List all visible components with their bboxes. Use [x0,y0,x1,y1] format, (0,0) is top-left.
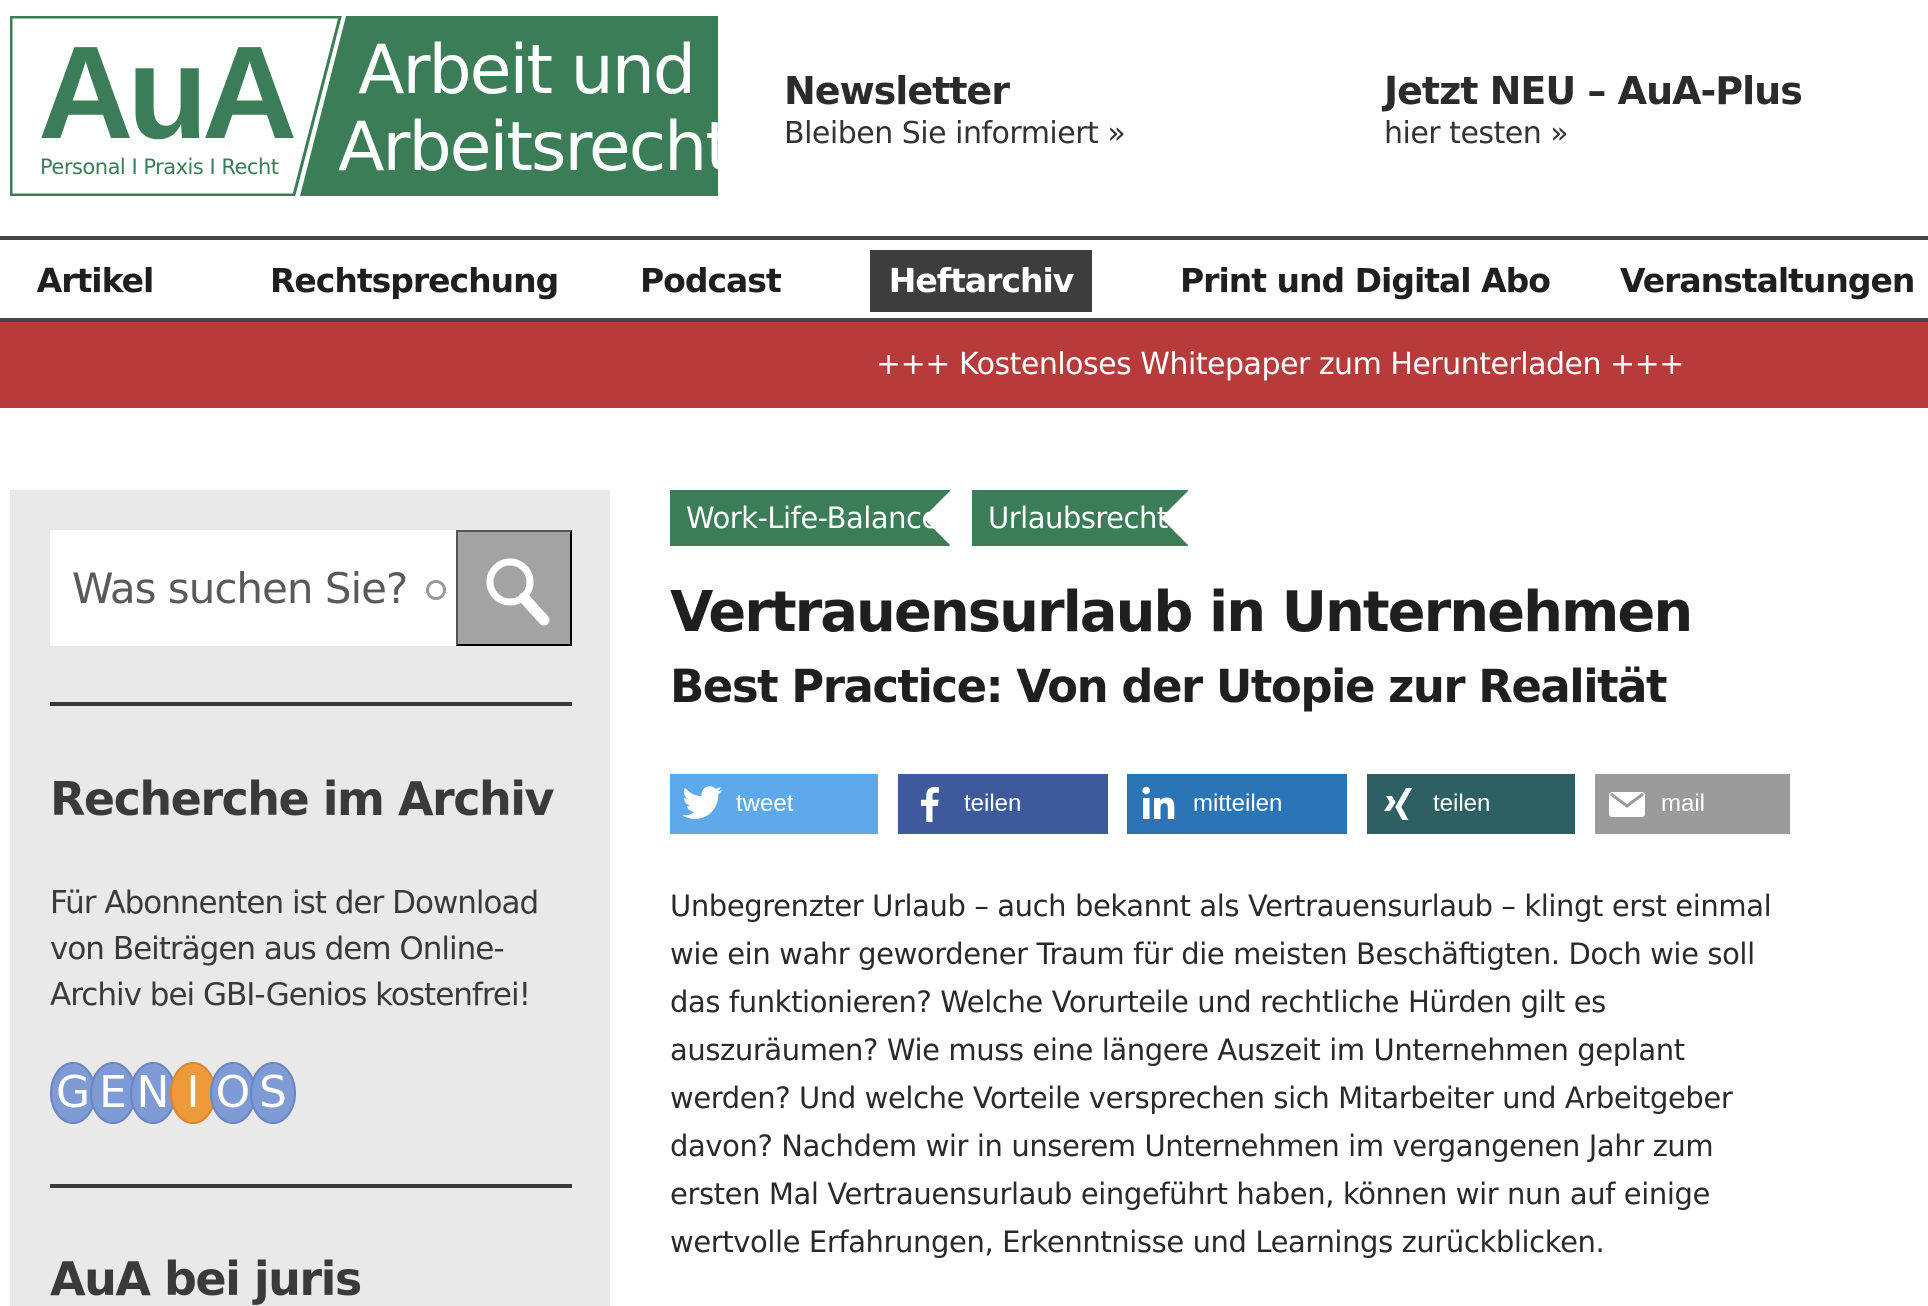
tag-work-life-balance[interactable]: Work-Life-Balance [670,490,951,546]
logo-line1: Arbeit und [358,31,694,110]
site-logo[interactable]: AuA Personal I Praxis I Recht Arbeit und… [10,16,718,196]
linkedin-icon [1142,786,1175,819]
site-header: AuA Personal I Praxis I Recht Arbeit und… [0,0,1928,236]
share-xing-label: teilen [1433,790,1491,817]
share-linkedin-button[interactable]: mitteilen [1127,774,1347,834]
aua-plus-link[interactable]: Jetzt NEU – AuA-Plus hier testen » [1384,68,1803,154]
archive-text: Für Abonnenten ist der Download von Beit… [50,885,539,1013]
aua-plus-subtitle: hier testen » [1384,116,1569,151]
logo-short: AuA [38,19,294,166]
newsletter-link[interactable]: Newsletter Bleiben Sie informiert » [784,68,1126,154]
share-xing-button[interactable]: teilen [1367,774,1575,834]
nav-item-artikel[interactable]: Artikel [30,250,160,312]
whitepaper-banner[interactable]: +++ Kostenloses Whitepaper zum Herunterl… [0,322,1928,408]
genios-logo[interactable]: G E N I O S [50,1062,296,1124]
tag-urlaubsrecht[interactable]: Urlaubsrecht [972,490,1189,546]
juris-heading: AuA bei juris [50,1252,362,1306]
search-button[interactable] [456,530,572,646]
share-mail-label: mail [1661,790,1706,817]
nav-item-podcast[interactable]: Podcast [640,250,782,312]
main-nav: Artikel Rechtsprechung Podcast Heftarchi… [0,236,1928,322]
logo-line2: Arbeitsrecht [338,108,718,187]
article-title: Vertrauensurlaub in Unternehmen [670,580,1693,645]
mail-icon [1609,792,1645,817]
archive-heading: Recherche im Archiv [50,772,555,826]
logo-tagline: Personal I Praxis I Recht [40,155,279,179]
search-icon [486,558,550,626]
search-box [50,530,572,646]
search-input[interactable] [50,530,452,646]
share-facebook-label: teilen [964,790,1022,817]
share-facebook-button[interactable]: teilen [898,774,1108,834]
xing-icon [1384,788,1413,820]
newsletter-title: Newsletter [784,69,1010,113]
sidebar-divider [50,702,572,706]
sidebar: Recherche im Archiv Für Abonnenten ist d… [10,490,610,1306]
aua-plus-title: Jetzt NEU – AuA-Plus [1384,69,1803,113]
share-linkedin-label: mitteilen [1193,790,1283,817]
nav-item-print-digital-abo[interactable]: Print und Digital Abo [1180,250,1551,312]
share-twitter-label: tweet [736,790,794,817]
genios-letter: S [250,1062,296,1124]
share-mail-button[interactable]: mail [1595,774,1790,834]
input-indicator-icon [426,580,446,600]
nav-item-veranstaltungen[interactable]: Veranstaltungen [1620,250,1915,312]
newsletter-subtitle: Bleiben Sie informiert » [784,116,1126,151]
nav-item-rechtsprechung[interactable]: Rechtsprechung [270,250,559,312]
facebook-icon [921,787,939,822]
article-subtitle: Best Practice: Von der Utopie zur Realit… [670,660,1668,713]
sidebar-divider [50,1184,572,1188]
nav-item-heftarchiv[interactable]: Heftarchiv [870,250,1092,312]
share-twitter-button[interactable]: tweet [670,774,878,834]
article-lead: Unbegrenzter Urlaub – auch bekannt als V… [670,889,1772,1259]
twitter-icon [682,786,723,819]
